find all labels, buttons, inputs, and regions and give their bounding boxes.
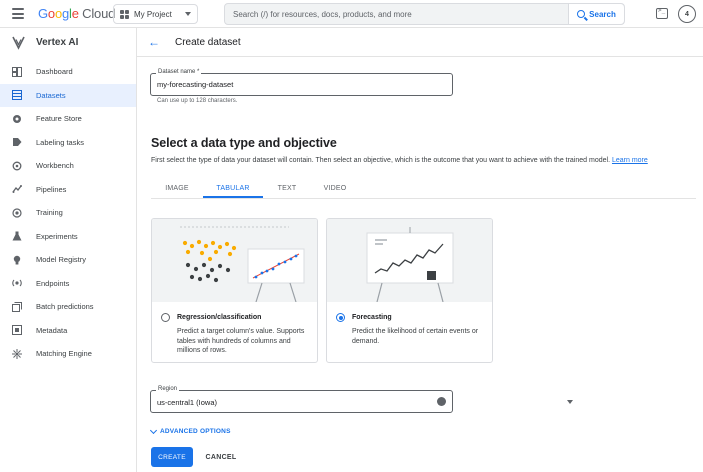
- regression-description: Predict a target column's value. Support…: [177, 328, 305, 354]
- region-value: us-central1 (Iowa): [157, 398, 218, 407]
- tab-tabular[interactable]: TABULAR: [203, 178, 263, 198]
- section-title: Select a data type and objective: [151, 136, 337, 150]
- data-type-tabs: IMAGE TABULAR TEXT VIDEO: [151, 178, 696, 198]
- hamburger-icon[interactable]: [12, 8, 24, 19]
- scatter-board-illustration: [152, 219, 317, 302]
- project-name: My Project: [134, 9, 172, 19]
- dashboard-icon: [12, 66, 22, 77]
- advanced-options-toggle[interactable]: ADVANCED OPTIONS: [149, 426, 231, 435]
- lightbulb-icon: [12, 255, 22, 265]
- tab-image[interactable]: IMAGE: [151, 178, 203, 198]
- chevron-down-icon: [567, 400, 573, 404]
- forecasting-title: Forecasting: [352, 314, 392, 321]
- top-bar: Google Cloud My Project Search 4: [0, 0, 703, 28]
- forecasting-description: Predict the likelihood of certain events…: [352, 328, 479, 345]
- sidebar-item-training[interactable]: Training: [0, 201, 136, 225]
- sidebar-item-model-registry[interactable]: Model Registry: [0, 248, 136, 272]
- objective-card-regression[interactable]: Regression/classification Predict a targ…: [151, 218, 318, 363]
- region-select[interactable]: Region us-central1 (Iowa): [150, 386, 573, 413]
- pipelines-icon: [12, 184, 22, 194]
- matching-engine-icon: [12, 348, 22, 359]
- search-button[interactable]: Search: [568, 4, 624, 24]
- regression-title: Regression/classification: [177, 314, 262, 321]
- sidebar-item-datasets[interactable]: Datasets: [0, 83, 136, 107]
- project-selector[interactable]: My Project: [113, 4, 198, 24]
- tab-text[interactable]: TEXT: [263, 178, 311, 198]
- product-title: Vertex AI: [36, 37, 79, 48]
- regression-radio-row[interactable]: Regression/classification: [161, 313, 261, 322]
- page-title: Create dataset: [175, 37, 241, 48]
- forecasting-radio[interactable]: [336, 313, 345, 322]
- sidebar-item-metadata[interactable]: Metadata: [0, 319, 136, 343]
- back-arrow-icon[interactable]: ←: [148, 35, 160, 49]
- learn-more-link[interactable]: Learn more: [612, 157, 648, 164]
- regression-radio[interactable]: [161, 313, 170, 322]
- metadata-icon: [12, 325, 22, 336]
- region-status-icon: [437, 397, 446, 406]
- training-icon: [12, 208, 22, 218]
- notifications-badge[interactable]: 4: [678, 5, 696, 23]
- expand-more-icon: [149, 426, 158, 434]
- product-header: Vertex AI: [0, 28, 136, 57]
- dataset-name-hint: Can use up to 128 characters.: [157, 98, 238, 104]
- search-input[interactable]: [225, 4, 569, 24]
- project-dots-icon: [120, 9, 129, 19]
- sidebar-item-batch-predictions[interactable]: Batch predictions: [0, 295, 136, 319]
- workbench-icon: [12, 161, 22, 171]
- experiments-icon: [12, 231, 22, 241]
- google-cloud-logo[interactable]: Google Cloud: [38, 6, 115, 21]
- region-label: Region: [156, 386, 180, 392]
- vertex-ai-icon: [11, 35, 26, 50]
- datasets-icon: [12, 90, 22, 101]
- batch-icon: [12, 301, 22, 312]
- objective-card-forecasting[interactable]: Forecasting Predict the likelihood of ce…: [326, 218, 493, 363]
- sidebar-nav: Dashboard Datasets Feature Store Labelin…: [0, 60, 136, 366]
- tab-video[interactable]: VIDEO: [311, 178, 359, 198]
- dataset-name-field: Dataset name *: [150, 69, 453, 96]
- search-icon: [577, 10, 586, 18]
- sidebar-item-endpoints[interactable]: Endpoints: [0, 272, 136, 296]
- label-icon: [12, 137, 22, 147]
- create-button[interactable]: CREATE: [151, 447, 193, 467]
- forecasting-radio-row[interactable]: Forecasting: [336, 313, 392, 322]
- tabs-divider: [151, 198, 696, 199]
- sidebar-item-dashboard[interactable]: Dashboard: [0, 60, 136, 84]
- sidebar-item-labeling-tasks[interactable]: Labeling tasks: [0, 131, 136, 155]
- cancel-button[interactable]: CANCEL: [200, 447, 242, 467]
- dataset-name-input[interactable]: [157, 80, 447, 89]
- sidebar-item-matching-engine[interactable]: Matching Engine: [0, 342, 136, 366]
- page-header: ← Create dataset: [137, 28, 703, 57]
- sidebar: Vertex AI Dashboard Datasets Feature Sto…: [0, 28, 137, 472]
- endpoints-icon: [12, 278, 22, 288]
- dataset-name-label: Dataset name *: [156, 69, 202, 75]
- sidebar-item-workbench[interactable]: Workbench: [0, 154, 136, 178]
- sidebar-item-pipelines[interactable]: Pipelines: [0, 178, 136, 202]
- line-chart-board-illustration: [327, 219, 492, 302]
- sidebar-item-experiments[interactable]: Experiments: [0, 225, 136, 249]
- sidebar-item-feature-store[interactable]: Feature Store: [0, 107, 136, 131]
- feature-store-icon: [12, 114, 22, 124]
- section-description: First select the type of data your datas…: [151, 157, 648, 164]
- search-bar: Search: [224, 3, 625, 25]
- chevron-down-icon: [185, 12, 191, 16]
- cloud-shell-icon[interactable]: [656, 7, 668, 19]
